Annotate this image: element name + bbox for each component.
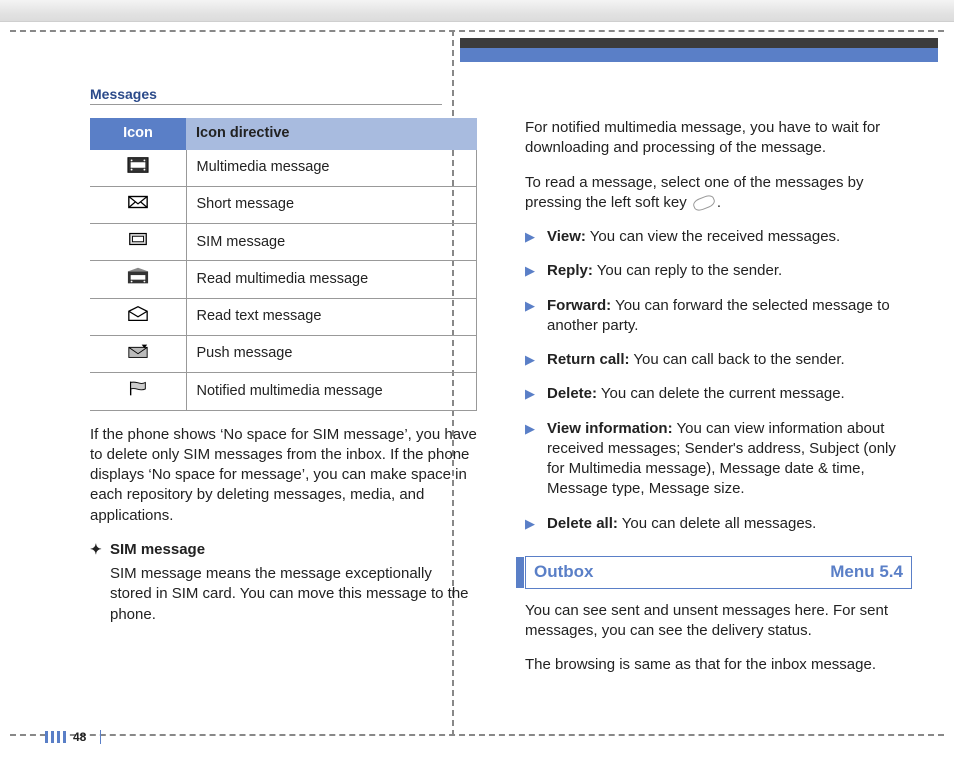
- options-list: View: You can view the received messages…: [525, 227, 912, 548]
- option-term: Forward:: [547, 297, 611, 314]
- sim-message-body: SIM message means the message exceptiona…: [90, 564, 477, 625]
- option-term: Delete all:: [547, 515, 618, 532]
- option-term: View information:: [547, 420, 673, 437]
- option-term: Reply:: [547, 262, 593, 279]
- list-item: View: You can view the received messages…: [525, 227, 912, 261]
- page-number: 48: [73, 730, 86, 744]
- option-term: Return call:: [547, 351, 630, 368]
- icon-table-label: Notified multimedia message: [186, 373, 477, 410]
- read-multimedia-message-icon: [90, 261, 186, 298]
- icon-table-label: Push message: [186, 336, 477, 373]
- top-dashed-rule: [10, 30, 944, 32]
- read-text-message-icon: [90, 298, 186, 335]
- list-item: View information: You can view informati…: [525, 419, 912, 514]
- table-row: Read text message: [90, 298, 477, 335]
- list-item: Return call: You can call back to the se…: [525, 350, 912, 384]
- page-number-area: 48: [45, 730, 101, 744]
- bottom-dashed-rule: [10, 734, 944, 736]
- left-column: Icon Icon directive Multimedia message S…: [90, 118, 477, 708]
- page-content: Icon Icon directive Multimedia message S…: [90, 118, 912, 708]
- sim-message-icon: [90, 224, 186, 261]
- push-message-icon: [90, 336, 186, 373]
- list-item: Reply: You can reply to the sender.: [525, 261, 912, 295]
- list-item: Forward: You can forward the selected me…: [525, 296, 912, 351]
- outbox-heading: Outbox Menu 5.4: [525, 556, 912, 589]
- read-message-paragraph: To read a message, select one of the mes…: [525, 173, 912, 214]
- icon-table-label: Short message: [186, 186, 477, 223]
- option-desc: You can reply to the sender.: [593, 262, 782, 279]
- short-message-icon: [90, 186, 186, 223]
- option-term: Delete:: [547, 385, 597, 402]
- left-soft-key-icon: [691, 193, 716, 212]
- option-desc: You can delete the current message.: [597, 385, 845, 402]
- read-message-text-b: .: [717, 194, 721, 211]
- option-desc: You can delete all messages.: [618, 515, 816, 532]
- page-number-divider: [100, 730, 101, 744]
- outbox-heading-menu: Menu 5.4: [830, 561, 903, 584]
- list-item: Delete all: You can delete all messages.: [525, 514, 912, 548]
- table-row: Push message: [90, 336, 477, 373]
- top-blue-bar: [460, 48, 938, 62]
- icon-table-label: Read multimedia message: [186, 261, 477, 298]
- top-gradient-decor: [0, 0, 954, 22]
- section-header-underline: [90, 104, 442, 105]
- icon-table-label: SIM message: [186, 224, 477, 261]
- option-desc: You can view the received messages.: [586, 228, 840, 245]
- right-column: For notified multimedia message, you hav…: [525, 118, 912, 708]
- table-row: Notified multimedia message: [90, 373, 477, 410]
- notified-paragraph: For notified multimedia message, you hav…: [525, 118, 912, 159]
- section-header: Messages: [90, 86, 157, 102]
- option-desc: You can call back to the sender.: [630, 351, 845, 368]
- table-row: Short message: [90, 186, 477, 223]
- table-row: Multimedia message: [90, 150, 477, 187]
- outbox-paragraph-2: The browsing is same as that for the inb…: [525, 655, 912, 675]
- icon-table-label: Multimedia message: [186, 150, 477, 187]
- outbox-heading-title: Outbox: [534, 561, 594, 584]
- icon-table-header-icon: Icon: [90, 118, 186, 150]
- page-number-decor-icon: [45, 731, 67, 743]
- option-term: View:: [547, 228, 586, 245]
- outbox-paragraph-1: You can see sent and unsent messages her…: [525, 601, 912, 642]
- table-row: SIM message: [90, 224, 477, 261]
- icon-table-label: Read text message: [186, 298, 477, 335]
- no-space-paragraph: If the phone shows ‘No space for SIM mes…: [90, 425, 477, 526]
- notified-multimedia-message-icon: [90, 373, 186, 410]
- icon-table-header-directive: Icon directive: [186, 118, 477, 150]
- sim-message-heading: SIM message: [90, 540, 477, 560]
- multimedia-message-icon: [90, 150, 186, 187]
- list-item: Delete: You can delete the current messa…: [525, 384, 912, 418]
- table-row: Read multimedia message: [90, 261, 477, 298]
- icon-table: Icon Icon directive Multimedia message S…: [90, 118, 477, 411]
